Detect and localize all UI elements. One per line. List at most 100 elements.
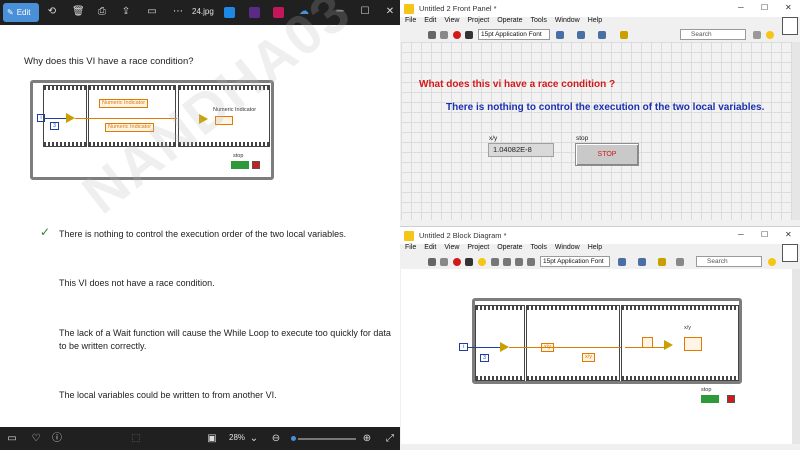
step-into-icon[interactable]: [503, 258, 511, 266]
fullscreen-icon[interactable]: ⤢: [384, 433, 396, 445]
menu-help[interactable]: Help: [588, 244, 602, 256]
font-selector[interactable]: 15pt Application Font: [540, 256, 610, 267]
xy-indicator-terminal[interactable]: [684, 337, 702, 351]
answer-option-3-line-2[interactable]: to be written correctly.: [59, 340, 146, 353]
search-options-icon[interactable]: [753, 31, 761, 39]
run-icon[interactable]: [428, 31, 436, 39]
menu-file[interactable]: File: [405, 17, 416, 29]
wire[interactable]: [625, 347, 665, 348]
zoom-in-icon[interactable]: ⊕: [361, 433, 373, 445]
menu-view[interactable]: View: [444, 244, 459, 256]
iteration-terminal[interactable]: i: [459, 343, 468, 351]
run-continuously-icon[interactable]: [440, 31, 448, 39]
menu-file[interactable]: File: [405, 244, 416, 256]
menu-project[interactable]: Project: [467, 17, 489, 29]
crop-icon[interactable]: ⬚: [130, 433, 142, 445]
edit-button[interactable]: ✎ Edit: [3, 3, 39, 22]
distribute-objects-icon[interactable]: [577, 31, 585, 39]
stop-button[interactable]: STOP: [575, 143, 639, 166]
loop-condition-icon[interactable]: [727, 395, 735, 403]
menu-view[interactable]: View: [444, 17, 459, 29]
photo-app-icon[interactable]: [224, 7, 235, 18]
wire[interactable]: [509, 347, 621, 348]
menu-operate[interactable]: Operate: [497, 17, 522, 29]
help-icon[interactable]: [766, 31, 774, 39]
align-objects-icon[interactable]: [556, 31, 564, 39]
close-icon[interactable]: ✕: [384, 6, 396, 18]
search-input[interactable]: Search: [696, 256, 762, 267]
share-icon[interactable]: ⇪: [120, 6, 132, 18]
divide-function-icon[interactable]: [664, 340, 673, 350]
menu-window[interactable]: Window: [555, 17, 580, 29]
sequence-frame-3[interactable]: [621, 305, 739, 381]
close-icon[interactable]: ✕: [785, 3, 792, 12]
answer-option-4[interactable]: The local variables could be written to …: [59, 389, 277, 402]
connector-pane-icon[interactable]: [782, 17, 798, 35]
clean-up-diagram-icon[interactable]: [676, 258, 684, 266]
front-panel-canvas[interactable]: What does this vi have a race condition …: [401, 42, 792, 220]
favorite-icon[interactable]: ♡: [30, 433, 42, 445]
menu-edit[interactable]: Edit: [424, 17, 436, 29]
search-input[interactable]: Search: [680, 29, 746, 40]
chevron-down-icon[interactable]: ⌄: [248, 433, 260, 445]
abort-icon[interactable]: [453, 31, 461, 39]
zoom-level[interactable]: 28%: [229, 433, 245, 442]
connector-pane-icon[interactable]: [782, 244, 798, 262]
font-selector[interactable]: 15pt Application Font: [478, 29, 550, 40]
resize-objects-icon[interactable]: [598, 31, 606, 39]
menu-operate[interactable]: Operate: [497, 244, 522, 256]
info-icon[interactable]: ⓘ: [51, 433, 63, 445]
abort-icon[interactable]: [453, 258, 461, 266]
pause-icon[interactable]: [465, 258, 473, 266]
align-objects-icon[interactable]: [618, 258, 626, 266]
maximize-icon[interactable]: ☐: [359, 6, 371, 18]
minimize-icon[interactable]: ─: [738, 3, 744, 12]
menu-tools[interactable]: Tools: [530, 244, 546, 256]
vertical-scrollbar[interactable]: [792, 42, 800, 220]
window-title: Untitled 2 Block Diagram *: [419, 231, 507, 240]
help-icon[interactable]: [768, 258, 776, 266]
divide-function-icon: [66, 113, 75, 123]
menu-help[interactable]: Help: [588, 17, 602, 29]
answer-option-3[interactable]: The lack of a Wait function will cause t…: [59, 327, 391, 340]
maximize-icon[interactable]: ☐: [761, 3, 768, 12]
block-diagram-canvas[interactable]: i 3 x/y x/y x/y stop: [401, 269, 792, 444]
step-over-icon[interactable]: [515, 258, 523, 266]
answer-option-2[interactable]: This VI does not have a race condition.: [59, 277, 215, 290]
retain-wire-values-icon[interactable]: [491, 258, 499, 266]
minimize-icon[interactable]: ─: [738, 230, 744, 239]
menu-edit[interactable]: Edit: [424, 244, 436, 256]
close-icon[interactable]: ✕: [785, 230, 792, 239]
run-continuously-icon[interactable]: [440, 258, 448, 266]
reorder-icon[interactable]: [620, 31, 628, 39]
menu-window[interactable]: Window: [555, 244, 580, 256]
vertical-scrollbar[interactable]: [792, 269, 800, 444]
maximize-icon[interactable]: ☐: [761, 230, 768, 239]
print-icon[interactable]: ⎙: [96, 6, 108, 18]
menu-project[interactable]: Project: [467, 244, 489, 256]
rotate-icon[interactable]: ⟲: [46, 6, 58, 18]
pause-icon[interactable]: [465, 31, 473, 39]
answer-option-1[interactable]: There is nothing to control the executio…: [59, 228, 346, 241]
zoom-slider-handle[interactable]: [289, 434, 299, 443]
divide-function-icon[interactable]: [500, 342, 509, 352]
step-out-icon[interactable]: [527, 258, 535, 266]
more-options-icon[interactable]: ⋯: [172, 6, 184, 18]
stop-button-terminal[interactable]: [701, 395, 719, 403]
while-loop[interactable]: i 3 x/y x/y x/y: [459, 298, 742, 384]
distribute-objects-icon[interactable]: [638, 258, 646, 266]
menu-tools[interactable]: Tools: [530, 17, 546, 29]
vi-icon: [404, 3, 414, 14]
filmstrip-icon[interactable]: ▭: [6, 433, 18, 445]
reorder-icon[interactable]: [658, 258, 666, 266]
fit-screen-icon[interactable]: ▣: [206, 433, 218, 445]
stop-label: stop: [233, 153, 244, 159]
zoom-out-icon[interactable]: ⊖: [270, 433, 282, 445]
run-icon[interactable]: [428, 258, 436, 266]
local-variable-2[interactable]: x/y: [582, 353, 596, 362]
highlight-execution-icon[interactable]: [478, 258, 486, 266]
zoom-slider[interactable]: [290, 438, 356, 440]
clipchamp-app-icon[interactable]: [249, 7, 260, 18]
delete-icon[interactable]: 🗑: [72, 6, 85, 18]
slideshow-icon[interactable]: ▭: [146, 6, 158, 18]
